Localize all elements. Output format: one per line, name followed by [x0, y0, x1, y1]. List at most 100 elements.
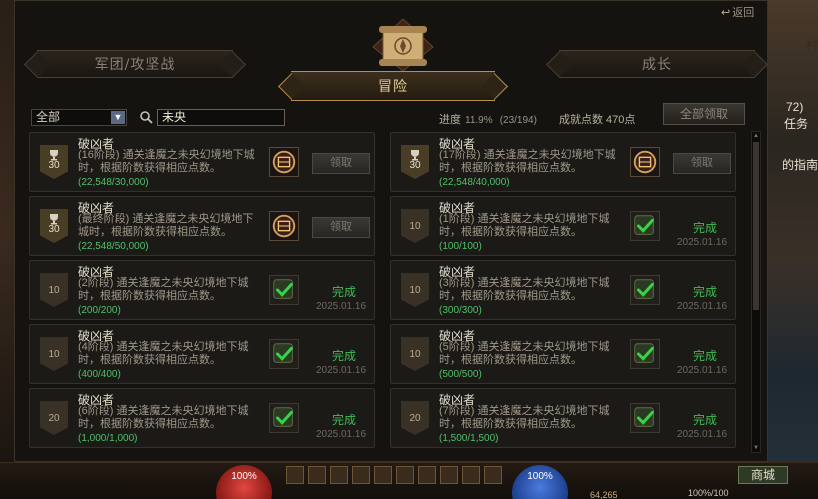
skill-slot[interactable] — [308, 466, 326, 484]
card-description: (3阶段) 通关逢魔之未央幻境地下城时，根据阶数获得相应点数。 — [439, 277, 610, 302]
game-background-right — [768, 0, 818, 470]
points-value: 10 — [409, 285, 421, 296]
skill-slot[interactable] — [330, 466, 348, 484]
claim-all-button[interactable]: 全部领取 — [663, 103, 745, 125]
points-badge: 10 — [401, 337, 429, 371]
back-label: 返回 — [732, 7, 755, 19]
check-icon — [630, 211, 660, 241]
progress-label: 进度 — [439, 114, 461, 126]
skill-slot[interactable] — [440, 466, 458, 484]
points-badge: 10 — [40, 273, 68, 307]
complete-label: 完成 — [331, 413, 356, 427]
chevron-down-icon[interactable]: ▼ — [111, 111, 125, 124]
search-icon — [140, 111, 153, 124]
check-icon — [630, 403, 660, 433]
points-value: 10 — [48, 285, 60, 296]
card-description: (6阶段) 通关逢魔之未央幻境地下城时，根据阶数获得相应点数。 — [78, 405, 249, 430]
shop-button[interactable]: 商城 — [738, 466, 788, 484]
achievement-card: 30 破凶者 (最终阶段) 通关逢魔之未央幻境地下城时，根据阶数获得相应点数。 (22… — [29, 196, 375, 256]
card-progress: (22,548/50,000) — [78, 241, 149, 252]
scroll-emblem-icon — [372, 18, 434, 72]
tab-growth[interactable]: 成长 — [559, 50, 755, 78]
points-badge: 30 — [401, 145, 429, 179]
achievement-card: 20 破凶者 (7阶段) 通关逢魔之未央幻境地下城时，根据阶数获得相应点数。 (1,5… — [390, 388, 736, 448]
complete-date: 2025.01.16 — [676, 237, 728, 248]
points-value: 20 — [409, 413, 421, 424]
reward-item-icon[interactable] — [630, 147, 660, 177]
points-value: 30 — [48, 224, 60, 235]
claim-button[interactable]: 领取 — [312, 217, 370, 238]
side-guide-text[interactable]: 的指南 — [782, 156, 818, 173]
points-value: 30 — [48, 160, 60, 171]
achievement-card: 10 破凶者 (2阶段) 通关逢魔之未央幻境地下城时，根据阶数获得相应点数。 (200… — [29, 260, 375, 320]
achievement-card: 20 破凶者 (6阶段) 通关逢魔之未央幻境地下城时，根据阶数获得相应点数。 (1,0… — [29, 388, 375, 448]
skill-slot[interactable] — [286, 466, 304, 484]
card-description: (2阶段) 通关逢魔之未央幻境地下城时，根据阶数获得相应点数。 — [78, 277, 249, 302]
skill-slot[interactable] — [484, 466, 502, 484]
check-icon — [630, 275, 660, 305]
complete-label: 完成 — [692, 285, 717, 299]
scroll-up-icon[interactable]: ▲ — [752, 132, 760, 140]
skill-slot[interactable] — [396, 466, 414, 484]
card-progress: (300/300) — [439, 305, 482, 316]
skill-slot[interactable] — [462, 466, 480, 484]
scrollbar[interactable]: ▲ ▼ — [751, 131, 761, 453]
card-description: (1阶段) 通关逢魔之未央幻境地下城时，根据阶数获得相应点数。 — [439, 213, 610, 238]
achievement-card: 10 破凶者 (1阶段) 通关逢魔之未央幻境地下城时，根据阶数获得相应点数。 (100… — [390, 196, 736, 256]
card-description: (16阶段) 通关逢魔之未央幻境地下城时，根据阶数获得相应点数。 — [78, 149, 255, 174]
complete-date: 2025.01.16 — [315, 301, 367, 312]
back-button[interactable]: ↩ 返回 — [721, 4, 754, 20]
card-description: (17阶段) 通关逢魔之未央幻境地下城时，根据阶数获得相应点数。 — [439, 149, 616, 174]
points-value: 20 — [48, 413, 60, 424]
check-icon — [269, 339, 299, 369]
points-badge: 10 — [401, 273, 429, 307]
complete-date: 2025.01.16 — [676, 429, 728, 440]
reward-item-icon[interactable] — [269, 211, 299, 241]
skill-slot[interactable] — [352, 466, 370, 484]
points-badge: 20 — [401, 401, 429, 435]
achievement-card: 10 破凶者 (4阶段) 通关逢魔之未央幻境地下城时，根据阶数获得相应点数。 (400… — [29, 324, 375, 384]
search-input[interactable]: 未央 — [157, 109, 285, 126]
card-progress: (22,548/40,000) — [439, 177, 510, 188]
complete-label: 完成 — [331, 349, 356, 363]
achievement-window: ↩ 返回 军团/攻坚战 冒险 成长 全部 ▼ 未央 进度 11.9% (23/194… — [14, 0, 768, 462]
check-icon — [630, 339, 660, 369]
points-badge: 10 — [40, 337, 68, 371]
claim-button[interactable]: 领取 — [673, 153, 731, 174]
category-select[interactable]: 全部 ▼ — [31, 109, 127, 126]
tab-adventure[interactable]: 冒险 — [291, 71, 495, 101]
card-progress: (400/400) — [78, 369, 121, 380]
reward-item-icon[interactable] — [269, 147, 299, 177]
check-icon — [269, 275, 299, 305]
mp-value: 100% — [527, 471, 553, 482]
back-arrow-icon: ↩ — [721, 7, 731, 19]
claim-button[interactable]: 领取 — [312, 153, 370, 174]
tab-legion[interactable]: 军团/攻坚战 — [37, 50, 233, 78]
points-badge: 20 — [40, 401, 68, 435]
achievement-card: 30 破凶者 (16阶段) 通关逢魔之未央幻境地下城时，根据阶数获得相应点数。 (22… — [29, 132, 375, 192]
card-description: (5阶段) 通关逢魔之未央幻境地下城时，根据阶数获得相应点数。 — [439, 341, 610, 366]
points-value: 10 — [409, 349, 421, 360]
card-description: (最终阶段) 通关逢魔之未央幻境地下城时，根据阶数获得相应点数。 — [78, 213, 254, 238]
points-badge: 30 — [40, 145, 68, 179]
card-progress: (22,548/30,000) — [78, 177, 149, 188]
side-quest-text[interactable]: 任务 — [784, 115, 808, 132]
card-progress: (100/100) — [439, 241, 482, 252]
mp-orb: 100% — [512, 465, 568, 499]
achievement-points: 成就点数 470点 — [559, 114, 636, 126]
points-value: 10 — [409, 221, 421, 232]
scroll-down-icon[interactable]: ▼ — [752, 444, 760, 452]
hp-orb: 100% — [216, 465, 272, 499]
scroll-thumb[interactable] — [753, 142, 759, 310]
achievement-card: 10 破凶者 (3阶段) 通关逢魔之未央幻境地下城时，根据阶数获得相应点数。 (300… — [390, 260, 736, 320]
skill-slot[interactable] — [418, 466, 436, 484]
achievement-card: 10 破凶者 (5阶段) 通关逢魔之未央幻境地下城时，根据阶数获得相应点数。 (500… — [390, 324, 736, 384]
complete-date: 2025.01.16 — [315, 365, 367, 376]
side-text: 72) — [786, 100, 804, 114]
points-value: 10 — [48, 349, 60, 360]
card-progress: (500/500) — [439, 369, 482, 380]
category-select-value: 全部 — [36, 110, 61, 124]
complete-label: 完成 — [692, 221, 717, 235]
skill-slot[interactable] — [374, 466, 392, 484]
gold-amount: 64,265 — [590, 490, 618, 499]
